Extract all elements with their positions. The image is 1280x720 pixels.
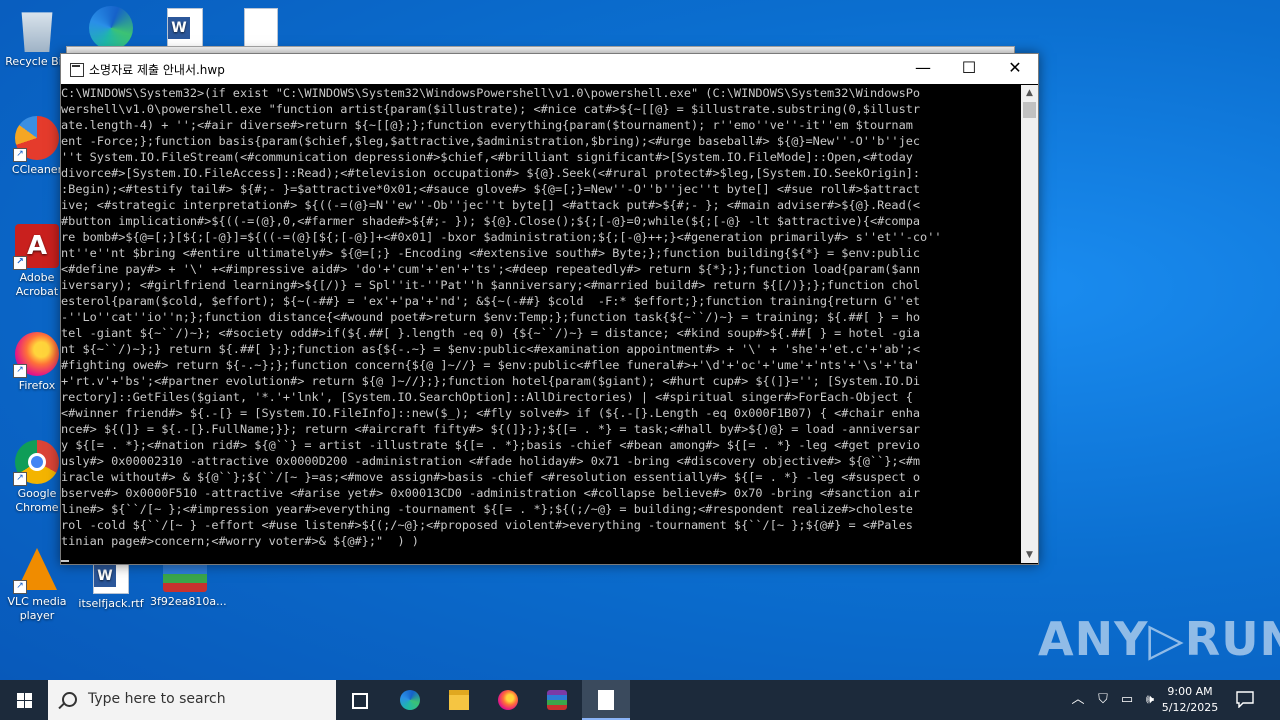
scroll-up-arrow-icon[interactable]: ▲ — [1021, 85, 1038, 101]
anyrun-watermark: ANY▷RUN — [1038, 612, 1280, 666]
console-line: ''t System.IO.FileStream(<#communication… — [61, 150, 913, 164]
console-line: usly#> 0x00002310 -attractive 0x0000D200… — [61, 454, 921, 468]
start-button[interactable] — [0, 680, 48, 720]
winrar-icon — [547, 690, 567, 710]
volume-icon[interactable]: 🕪 — [1140, 680, 1160, 720]
console-line: +'rt.v'+'bs';<#partner evolution#> retur… — [61, 374, 921, 388]
maximize-button[interactable]: ☐ — [946, 54, 992, 84]
shortcut-arrow-icon: ↗ — [13, 364, 27, 378]
scroll-down-arrow-icon[interactable]: ▼ — [1021, 547, 1038, 563]
search-icon — [62, 692, 77, 707]
folder-icon — [449, 690, 469, 710]
taskbar-winrar[interactable] — [533, 680, 581, 720]
console-line: nt ${~``/)~};} return ${.##[ };};functio… — [61, 342, 921, 356]
windows-logo-icon — [17, 693, 24, 700]
chrome-icon: ↗ — [13, 440, 59, 486]
desktop-icon-label: itselfjack.rtf — [78, 597, 144, 610]
taskbar-edge[interactable] — [386, 680, 434, 720]
notification-center-icon[interactable] — [1235, 690, 1255, 709]
console-line: re bomb#>${@=[;}[${;[-@}]=${((-=(@}[${;[… — [61, 230, 942, 244]
clock[interactable]: 9:00 AM 5/12/2025 — [1160, 684, 1220, 716]
shortcut-arrow-icon: ↗ — [13, 472, 27, 486]
firefox-icon: ↗ — [13, 332, 59, 378]
clock-time: 9:00 AM — [1167, 685, 1213, 698]
adobe-acrobat-icon: A ↗ — [13, 224, 59, 270]
console-app-icon — [70, 63, 84, 77]
console-line: tinian page#>concern;<#worry voter#>& ${… — [61, 534, 419, 548]
taskbar-search-box[interactable]: Type here to search — [48, 680, 336, 720]
console-line: tel -giant ${~``/)~}; <#society odd#>if(… — [61, 326, 921, 340]
recycle-bin-icon — [21, 12, 53, 52]
scrollbar-thumb[interactable] — [1023, 102, 1036, 118]
window-title: 소명자료 제출 안내서.hwp — [89, 63, 225, 77]
taskbar-file-explorer[interactable] — [435, 680, 483, 720]
console-line: y ${[= . *};<#nation rid#> ${@``} = arti… — [61, 438, 921, 452]
console-line: rectory]::GetFiles($giant, '*.'+'lnk', [… — [61, 390, 913, 404]
firefox-icon — [498, 690, 518, 710]
taskbar: Type here to search ︿ ⛉ ▭ 🕪 9:00 AM 5/12… — [0, 680, 1280, 720]
console-line: ent -Force;};function basis{param($chief… — [61, 134, 921, 148]
console-line: :Begin);<#testify tail#> ${#;- }=$attrac… — [61, 182, 921, 196]
desktop-icon-label: 3f92ea810a... — [150, 595, 227, 608]
clock-date: 5/12/2025 — [1161, 701, 1219, 714]
console-line: <#winner friend#> ${.-[} = [System.IO.Fi… — [61, 406, 921, 420]
console-line: line#> ${``/[~ };<#impression year#>ever… — [61, 502, 913, 516]
console-line: rol -cold ${``/[~ } -effort <#use listen… — [61, 518, 913, 532]
shortcut-arrow-icon: ↗ — [13, 256, 27, 270]
console-line: ive; <#strategic interpretation#> ${((-=… — [61, 198, 921, 212]
console-window[interactable]: 소명자료 제출 안내서.hwp — ☐ ✕ C:\WINDOWS\System3… — [60, 53, 1039, 565]
vertical-scrollbar[interactable]: ▲ ▼ — [1021, 85, 1038, 563]
desktop-icon-blank-file[interactable] — [226, 8, 296, 51]
taskbar-console[interactable] — [582, 680, 630, 720]
console-line: C:\WINDOWS\System32>(if exist "C:\WINDOW… — [61, 86, 921, 100]
minimize-button[interactable]: — — [900, 54, 946, 84]
console-line: wershell\v1.0\powershell.exe "function a… — [61, 102, 921, 116]
console-line: -''Lo''cat''io''n;};function distance{<#… — [61, 310, 921, 324]
ccleaner-icon: ↗ — [13, 116, 59, 162]
search-placeholder: Type here to search — [88, 691, 226, 707]
console-line: #fighting owe#> return ${-.~};};function… — [61, 358, 921, 372]
console-line: iversary); <#girlfriend learning#>${[/)}… — [61, 278, 921, 292]
console-line: #button implication#>${((-=(@},0,<#farme… — [61, 214, 921, 228]
show-hidden-icons-chevron-icon[interactable]: ︿ — [1068, 680, 1088, 720]
console-line: bserve#> 0x0000F510 -attractive <#arise … — [61, 486, 921, 500]
console-line: divorce#>[System.IO.FileAccess]::Read);<… — [61, 166, 921, 180]
blank-file-icon — [244, 8, 278, 48]
close-button[interactable]: ✕ — [992, 54, 1038, 84]
edge-icon — [400, 690, 420, 710]
network-icon[interactable]: ▭ — [1116, 680, 1138, 720]
console-line: <#define pay#> + '\' +<#impressive aid#>… — [61, 262, 921, 276]
console-line: esterol{param($cold, $effort); ${~(-##} … — [61, 294, 921, 308]
console-line: nce#> ${(]} = ${.-[}.FullName;}}; return… — [61, 422, 921, 436]
document-icon — [598, 690, 614, 710]
shortcut-arrow-icon: ↗ — [13, 580, 27, 594]
shortcut-arrow-icon: ↗ — [13, 148, 27, 162]
edge-icon — [89, 6, 133, 50]
vlc-icon: ↗ — [13, 548, 59, 594]
word-document-icon — [167, 8, 203, 50]
console-line: iracle without#> & ${@``};${``/[~ }=as;<… — [61, 470, 921, 484]
task-view-icon — [352, 693, 368, 709]
window-titlebar[interactable]: 소명자료 제출 안내서.hwp — ☐ ✕ — [61, 54, 1038, 84]
desktop-icon-label: VLC media player — [7, 595, 67, 622]
security-icon[interactable]: ⛉ — [1093, 680, 1113, 720]
console-line: ate.length-4) + '';<#air diverse#>return… — [61, 118, 913, 132]
text-cursor — [61, 560, 69, 562]
console-line: nt''e''nt $bring <#entire ultimately#> $… — [61, 246, 921, 260]
task-view-button[interactable] — [336, 680, 384, 720]
console-output[interactable]: C:\WINDOWS\System32>(if exist "C:\WINDOW… — [61, 85, 1021, 563]
taskbar-firefox[interactable] — [484, 680, 532, 720]
